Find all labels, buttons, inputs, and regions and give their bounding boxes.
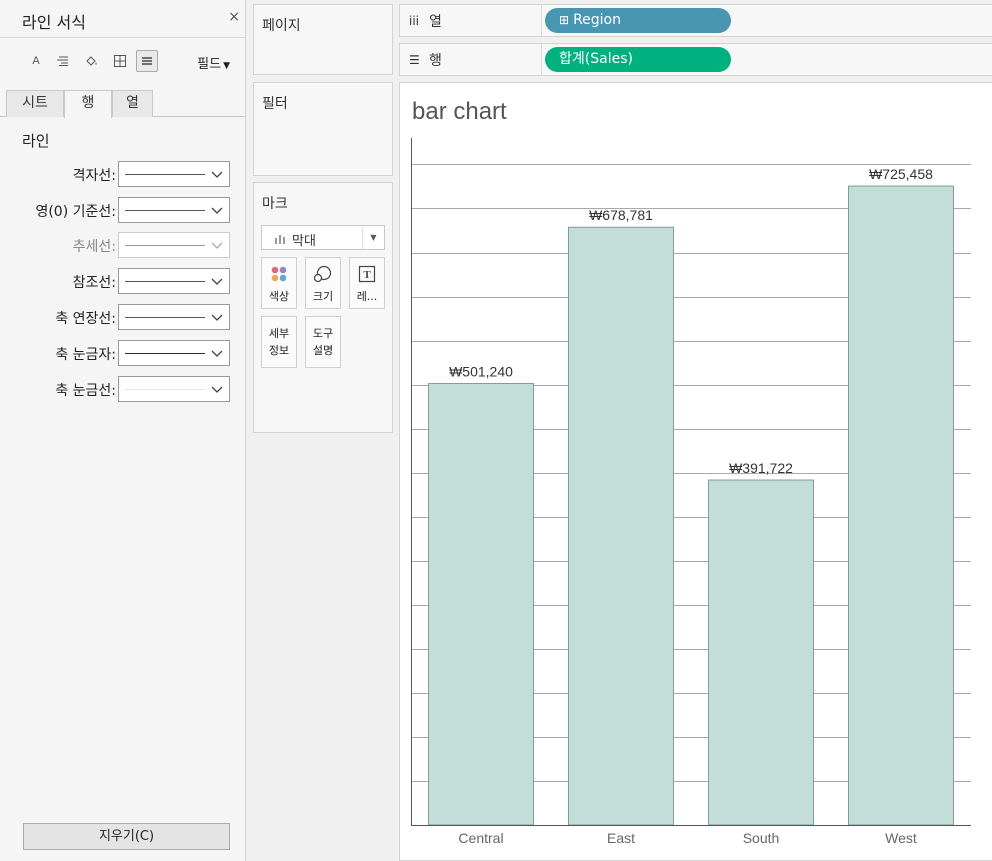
borders-icon[interactable] xyxy=(109,50,131,72)
bar-value-label: ₩725,458 xyxy=(869,166,933,182)
caret-down-icon: ▼ xyxy=(223,61,230,71)
detail-label: 세부 정보 xyxy=(268,327,290,357)
bar-chart: ₩501,240 Central ₩678,781 East ₩391,722 South… xyxy=(411,138,971,846)
gridlines-row: 격자선: xyxy=(0,161,246,187)
close-icon[interactable]: × xyxy=(228,9,240,25)
chevron-down-icon xyxy=(211,242,223,249)
filters-title: 필터 xyxy=(262,96,288,112)
reference-line-label: 참조선: xyxy=(72,275,116,291)
trend-line-label: 추세선: xyxy=(72,239,116,255)
rows-icon: ☰ xyxy=(409,53,420,67)
tab-rows[interactable]: 행 xyxy=(64,90,112,118)
tab-columns[interactable]: 열 xyxy=(112,90,153,117)
reference-line-row: 참조선: xyxy=(0,268,246,294)
format-tabs: 시트 행 열 xyxy=(0,90,246,118)
axis-ticks-select[interactable] xyxy=(118,376,230,402)
rows-label: 행 xyxy=(429,53,442,69)
bar-value-label: ₩391,722 xyxy=(729,460,793,476)
panel-title: 라인 서식 xyxy=(22,13,86,32)
chevron-down-icon xyxy=(211,171,223,178)
pages-card[interactable]: 페이지 xyxy=(253,4,393,75)
filters-card[interactable]: 필터 xyxy=(253,82,393,176)
axis-extend-label: 축 연장선: xyxy=(55,311,116,327)
chevron-down-icon xyxy=(211,386,223,393)
mark-type-dropdown[interactable]: 막대 ▼ xyxy=(261,225,385,250)
bar-west[interactable] xyxy=(848,185,954,826)
marks-card: 마크 막대 ▼ 색상 크기 T 레... 세부 정보 도구 설명 xyxy=(253,182,393,433)
align-icon[interactable] xyxy=(52,50,74,72)
format-toolbar: A 필드 ▼ xyxy=(0,44,246,78)
gridlines-select[interactable] xyxy=(118,161,230,187)
marks-title: 마크 xyxy=(262,196,288,212)
columns-label: 열 xyxy=(429,14,442,30)
size-circles-icon xyxy=(313,265,332,283)
axis-ruler-select[interactable] xyxy=(118,340,230,366)
bar-value-label: ₩678,781 xyxy=(589,207,653,223)
detail-button[interactable]: 세부 정보 xyxy=(261,316,297,368)
svg-text:T: T xyxy=(363,269,371,281)
font-icon[interactable]: A xyxy=(25,50,47,72)
axis-ticks-label: 축 눈금선: xyxy=(55,383,116,399)
dimension-plus-icon: ⊞ xyxy=(559,13,570,27)
color-label: 색상 xyxy=(268,290,290,303)
bar-chart-icon xyxy=(275,235,285,244)
bar-east[interactable] xyxy=(568,226,674,826)
x-tick-label: East xyxy=(607,830,635,846)
axis-ticks-row: 축 눈금선: xyxy=(0,376,246,402)
bar-value-label: ₩501,240 xyxy=(449,364,513,380)
caret-down-icon: ▼ xyxy=(362,226,384,249)
label-label: 레... xyxy=(356,290,378,303)
gridlines-label: 격자선: xyxy=(72,168,116,184)
chevron-down-icon xyxy=(211,314,223,321)
x-tick-label: West xyxy=(885,830,917,846)
zero-line-row: 영(0) 기준선: xyxy=(0,197,246,223)
columns-shelf: iii 열 ⊞ Region xyxy=(399,4,992,37)
size-label: 크기 xyxy=(312,290,334,303)
axis-ruler-label: 축 눈금자: xyxy=(55,347,116,363)
chevron-down-icon xyxy=(211,207,223,214)
x-tick-label: South xyxy=(743,830,780,846)
trend-line-select xyxy=(118,232,230,258)
chevron-down-icon xyxy=(211,278,223,285)
text-label-icon: T xyxy=(358,265,376,283)
bar-central[interactable] xyxy=(428,383,534,826)
color-dots-icon xyxy=(271,266,287,282)
panel-header: 라인 서식 × xyxy=(0,0,246,38)
zero-line-label: 영(0) 기준선: xyxy=(35,204,116,220)
section-title: 라인 xyxy=(22,132,50,150)
columns-icon: iii xyxy=(409,14,420,28)
color-button[interactable]: 색상 xyxy=(261,257,297,309)
axis-extend-select[interactable] xyxy=(118,304,230,330)
label-button[interactable]: T 레... xyxy=(349,257,385,309)
lines-icon[interactable] xyxy=(136,50,158,72)
region-pill-label: Region xyxy=(573,12,621,28)
chart-view: ₩501,240 Central ₩678,781 East ₩391,722 South… xyxy=(399,82,992,861)
mark-type-label: 막대 xyxy=(292,234,316,249)
sales-sum-pill[interactable]: 합계(Sales) xyxy=(545,47,731,72)
shading-icon[interactable] xyxy=(81,50,103,72)
pages-title: 페이지 xyxy=(262,18,301,34)
rows-shelf: ☰ 행 합계(Sales) xyxy=(399,43,992,76)
x-tick-label: Central xyxy=(458,830,503,846)
sales-pill-label: 합계(Sales) xyxy=(559,51,633,67)
axis-ruler-extend-row: 축 연장선: xyxy=(0,304,246,330)
chevron-down-icon xyxy=(211,350,223,357)
fields-dropdown[interactable]: 필드 ▼ xyxy=(197,53,230,72)
tooltip-label: 도구 설명 xyxy=(312,327,334,357)
region-pill[interactable]: ⊞ Region xyxy=(545,8,731,33)
size-button[interactable]: 크기 xyxy=(305,257,341,309)
format-lines-panel: 라인 서식 × A 필드▼ 시트 행 열 라인 격자선: 영(0) 기준선: xyxy=(0,0,246,861)
tooltip-button[interactable]: 도구 설명 xyxy=(305,316,341,368)
reference-line-select[interactable] xyxy=(118,268,230,294)
chart-title: bar chart xyxy=(412,98,507,125)
fields-label: 필드 xyxy=(197,57,222,72)
tab-sheet[interactable]: 시트 xyxy=(6,90,64,117)
trend-line-row: 추세선: xyxy=(0,232,246,258)
bar-south[interactable] xyxy=(708,479,814,826)
axis-ruler-row: 축 눈금자: xyxy=(0,340,246,366)
zero-line-select[interactable] xyxy=(118,197,230,223)
clear-button[interactable]: 지우기(C) xyxy=(23,823,230,850)
